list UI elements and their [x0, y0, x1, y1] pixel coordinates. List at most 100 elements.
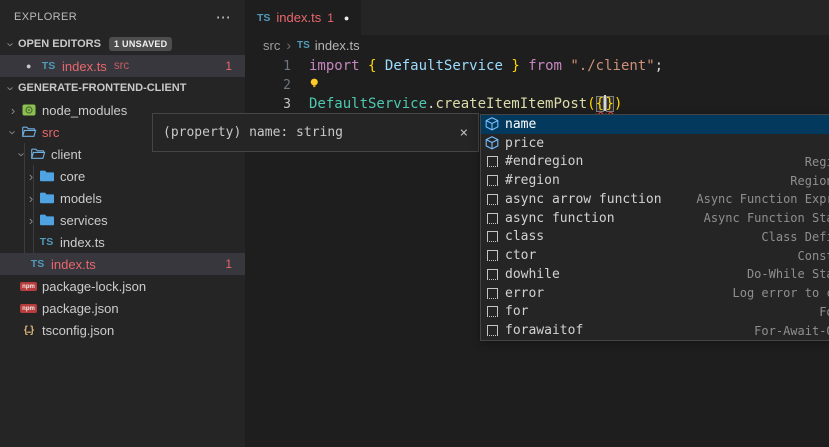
open-editors-header[interactable]: › OPEN EDITORS 1 UNSAVED — [0, 33, 245, 55]
suggest-item-ctor[interactable]: ctorConstructor — [481, 246, 829, 265]
breadcrumb-file[interactable]: TS index.ts — [297, 38, 360, 53]
problems-badge: 1 — [225, 257, 245, 271]
chevron-down-icon: › — [4, 37, 19, 51]
tree-item-label: services — [60, 213, 108, 228]
chevron-right-icon[interactable]: › — [24, 191, 38, 206]
code-token: } — [606, 96, 614, 112]
tree-item-index-ts[interactable]: TSindex.ts — [0, 231, 245, 253]
open-editor-item-index-ts[interactable]: ● TS index.ts src 1 — [0, 55, 245, 77]
tree-item-tsconfig-json[interactable]: {..}tsconfig.json — [0, 319, 245, 341]
code-token — [376, 58, 384, 74]
chevron-right-icon[interactable]: › — [24, 169, 38, 184]
breadcrumb: src › TS index.ts — [245, 35, 829, 55]
chevron-down-icon[interactable]: › — [15, 147, 30, 161]
code-area[interactable]: 1import { DefaultService } from "./clien… — [245, 57, 829, 114]
tree-item-package-lock-json[interactable]: npm package-lock.json — [0, 275, 245, 297]
suggest-item--region[interactable]: #regionRegion Start — [481, 171, 829, 190]
snippet-icon — [487, 325, 498, 336]
line-number: 3 — [245, 95, 291, 114]
suggest-detail: For Loop — [819, 305, 829, 319]
lightbulb-icon — [309, 78, 322, 91]
suggest-item-async-arrow-function[interactable]: async arrow function Async Function Expre… — [481, 190, 829, 209]
chevron-right-icon[interactable]: › — [6, 103, 20, 118]
chevron-right-icon: › — [286, 37, 291, 53]
workspace-label: GENERATE-FRONTEND-CLIENT — [18, 82, 186, 94]
suggest-item-error[interactable]: errorLog error to console — [481, 284, 829, 303]
suggest-label: for — [505, 304, 528, 319]
field-cube-icon — [484, 116, 500, 132]
snippet-icon — [487, 306, 498, 317]
code-token: DefaultService — [385, 58, 503, 74]
snippet-icon — [487, 156, 498, 167]
suggest-label: #endregion — [505, 154, 583, 169]
suggest-item-name[interactable]: name — [481, 115, 829, 134]
suggest-detail: Region Start — [790, 174, 829, 188]
code-token: DefaultService — [309, 96, 427, 112]
tab-problems-badge: 1 — [327, 11, 334, 25]
close-icon[interactable]: × — [460, 125, 468, 141]
folder-open-icon — [21, 124, 37, 140]
folder-icon — [39, 190, 55, 206]
code-token — [520, 58, 528, 74]
suggest-label: name — [505, 117, 536, 132]
suggest-item-for[interactable]: for For Loop — [481, 303, 829, 322]
problems-badge: 1 — [225, 59, 245, 73]
workspace-header[interactable]: › GENERATE-FRONTEND-CLIENT — [0, 77, 245, 99]
snippet-icon — [487, 269, 498, 280]
line-number: 1 — [245, 57, 291, 76]
suggest-item-async-function[interactable]: async functionAsync Function Statement — [481, 209, 829, 228]
suggest-item-dowhile[interactable]: dowhileDo-While Statement — [481, 265, 829, 284]
breadcrumb-folder[interactable]: src — [263, 38, 280, 53]
tab-bar: TS index.ts 1 ● — [245, 0, 829, 35]
suggest-widget: name price#endregion Region End #regionRegi… — [480, 114, 829, 341]
npm-icon: npm — [20, 304, 37, 313]
code-token: ) — [614, 96, 622, 112]
tree-item-package-json[interactable]: npmpackage.json — [0, 297, 245, 319]
open-editor-filename: index.ts — [62, 59, 107, 74]
explorer-header: EXPLORER ⋯ — [0, 0, 245, 33]
tab-index-ts[interactable]: TS index.ts 1 ● — [245, 0, 361, 35]
suggest-item-forawaitof[interactable]: forawaitofFor-Await-Of Loop — [481, 321, 829, 340]
json-braces-icon: {..} — [24, 325, 33, 336]
tree-item-label: core — [60, 169, 85, 184]
suggest-item-class[interactable]: classClass Definition — [481, 228, 829, 247]
code-token: ( — [587, 96, 595, 112]
chevron-right-icon[interactable]: › — [24, 213, 38, 228]
code-token: from — [528, 58, 562, 74]
ellipsis-icon[interactable]: ⋯ — [216, 8, 231, 26]
code-line-1[interactable]: 1import { DefaultService } from "./clien… — [245, 57, 829, 76]
tree-item-services[interactable]: › services — [0, 209, 245, 231]
snippet-icon — [487, 175, 498, 186]
dirty-dot-icon[interactable]: ● — [344, 13, 349, 23]
suggest-label: ctor — [505, 248, 536, 263]
code-line-2[interactable]: 2 — [245, 76, 829, 95]
tree-item-index-ts[interactable]: TSindex.ts1 — [0, 253, 245, 275]
suggest-item-price[interactable]: price — [481, 134, 829, 153]
tree-item-label: index.ts — [60, 235, 105, 250]
code-line-3[interactable]: 3DefaultService.createItemItemPost({}) — [245, 95, 829, 114]
suggest-label: class — [505, 229, 544, 244]
chevron-down-icon[interactable]: › — [6, 125, 21, 139]
suggest-detail: Async Function Expression — [696, 192, 829, 206]
tree-item-label: package-lock.json — [42, 279, 146, 294]
code-token: createItemItemPost — [435, 96, 587, 112]
suggest-detail: Region End — [805, 155, 829, 169]
unsaved-badge: 1 UNSAVED — [109, 37, 173, 51]
suggest-label: error — [505, 286, 544, 301]
tree-item-label: models — [60, 191, 102, 206]
vscode-window: EXPLORER ⋯ › OPEN EDITORS 1 UNSAVED ● TS… — [0, 0, 829, 447]
node-modules-folder-icon — [21, 102, 37, 118]
folder-icon — [39, 168, 55, 184]
suggest-detail: Async Function Statement — [704, 211, 829, 225]
npm-icon: npm — [20, 282, 37, 291]
code-token: ; — [655, 58, 663, 74]
tree-item-models[interactable]: › models — [0, 187, 245, 209]
code-token — [360, 58, 368, 74]
tree-item-core[interactable]: › core — [0, 165, 245, 187]
explorer-title: EXPLORER — [14, 11, 77, 23]
hover-tooltip: (property) name: string × — [152, 113, 479, 152]
suggest-item--endregion[interactable]: #endregion Region End — [481, 153, 829, 172]
suggest-label: forawaitof — [505, 323, 583, 338]
suggest-label: async arrow function — [505, 192, 662, 207]
tree-item-label: node_modules — [42, 103, 127, 118]
